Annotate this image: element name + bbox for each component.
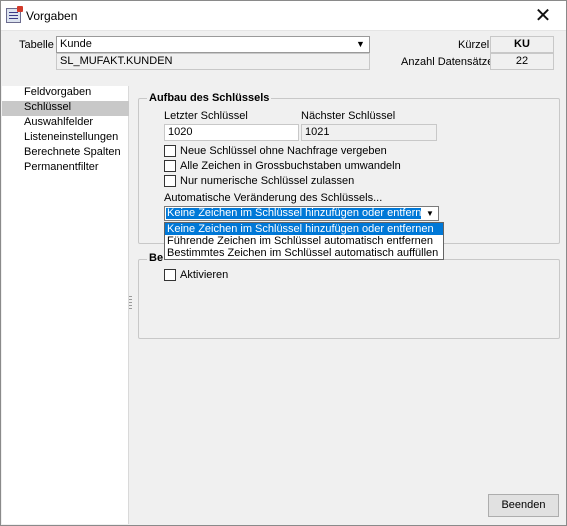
checkbox-auto-assign[interactable]: Neue Schlüssel ohne Nachfrage vergeben — [164, 145, 424, 159]
key-structure-title: Aufbau des Schlüssels — [147, 92, 272, 104]
next-key-field: 1021 — [301, 124, 437, 141]
next-key-label: Nächster Schlüssel — [301, 110, 396, 122]
tabelle-name-field: SL_MUFAKT.KUNDEN — [56, 53, 370, 70]
beenden-button[interactable]: Beenden — [488, 494, 559, 517]
nav-item-permanentfilter[interactable]: Permanentfilter — [2, 161, 129, 176]
window-title: Vorgaben — [26, 9, 78, 23]
auto-change-selected: Keine Zeichen im Schlüssel hinzufügen od… — [166, 208, 421, 219]
dropdown-option[interactable]: Führende Zeichen im Schlüssel automatisc… — [165, 235, 443, 247]
checkbox-label: Alle Zeichen in Grossbuchstaben umwandel… — [180, 160, 401, 172]
checkbox-uppercase[interactable]: Alle Zeichen in Grossbuchstaben umwandel… — [164, 160, 424, 174]
anzahl-label: Anzahl Datensätze — [401, 56, 494, 68]
checkbox-box[interactable] — [164, 269, 176, 281]
splitter-handle[interactable] — [129, 296, 132, 311]
activation-group-title: Be — [147, 252, 166, 264]
checkbox-numeric-only[interactable]: Nur numerische Schlüssel zulassen — [164, 175, 424, 189]
nav-item-listeneinstellungen[interactable]: Listeneinstellungen — [2, 131, 129, 146]
title-bar: Vorgaben ✕ — [1, 1, 566, 31]
last-key-field[interactable]: 1020 — [164, 124, 299, 141]
settings-navigation: Feldvorgaben Schlüssel Auswahlfelder Lis… — [2, 86, 129, 524]
auto-change-dropdown-list: Keine Zeichen im Schlüssel hinzufügen od… — [164, 222, 444, 260]
dropdown-option[interactable]: Bestimmtes Zeichen im Schlüssel automati… — [165, 247, 443, 259]
close-icon[interactable]: ✕ — [520, 1, 566, 30]
auto-change-label: Automatische Veränderung des Schlüssels.… — [164, 192, 383, 204]
nav-item-schluessel[interactable]: Schlüssel — [2, 101, 129, 116]
checkbox-box[interactable] — [164, 160, 176, 172]
nav-item-auswahlfelder[interactable]: Auswahlfelder — [2, 116, 129, 131]
checkbox-box[interactable] — [164, 175, 176, 187]
last-key-label: Letzter Schlüssel — [164, 110, 248, 122]
vorgaben-window: Vorgaben ✕ Tabelle Kunde ▼ SL_MUFAKT.KUN… — [0, 0, 567, 526]
tabelle-value: Kunde — [60, 38, 92, 50]
tabelle-select[interactable]: Kunde ▼ — [56, 36, 370, 53]
auto-change-select[interactable]: Keine Zeichen im Schlüssel hinzufügen od… — [164, 206, 439, 221]
checkbox-label: Aktivieren — [180, 269, 229, 281]
kuerzel-field: KU — [490, 36, 554, 53]
checkbox-label: Nur numerische Schlüssel zulassen — [180, 175, 355, 187]
checkbox-label: Neue Schlüssel ohne Nachfrage vergeben — [180, 145, 387, 157]
checkbox-box[interactable] — [164, 145, 176, 157]
form-icon — [6, 6, 23, 23]
checkbox-activate[interactable]: Aktivieren — [164, 269, 284, 283]
nav-item-berechnete-spalten[interactable]: Berechnete Spalten — [2, 146, 129, 161]
anzahl-field: 22 — [490, 53, 554, 70]
tabelle-label: Tabelle — [19, 39, 54, 51]
chevron-down-icon[interactable]: ▼ — [423, 208, 437, 219]
nav-item-feldvorgaben[interactable]: Feldvorgaben — [2, 86, 129, 101]
dropdown-option[interactable]: Keine Zeichen im Schlüssel hinzufügen od… — [165, 223, 443, 235]
chevron-down-icon[interactable]: ▼ — [354, 38, 367, 51]
kuerzel-label: Kürzel — [458, 39, 490, 51]
